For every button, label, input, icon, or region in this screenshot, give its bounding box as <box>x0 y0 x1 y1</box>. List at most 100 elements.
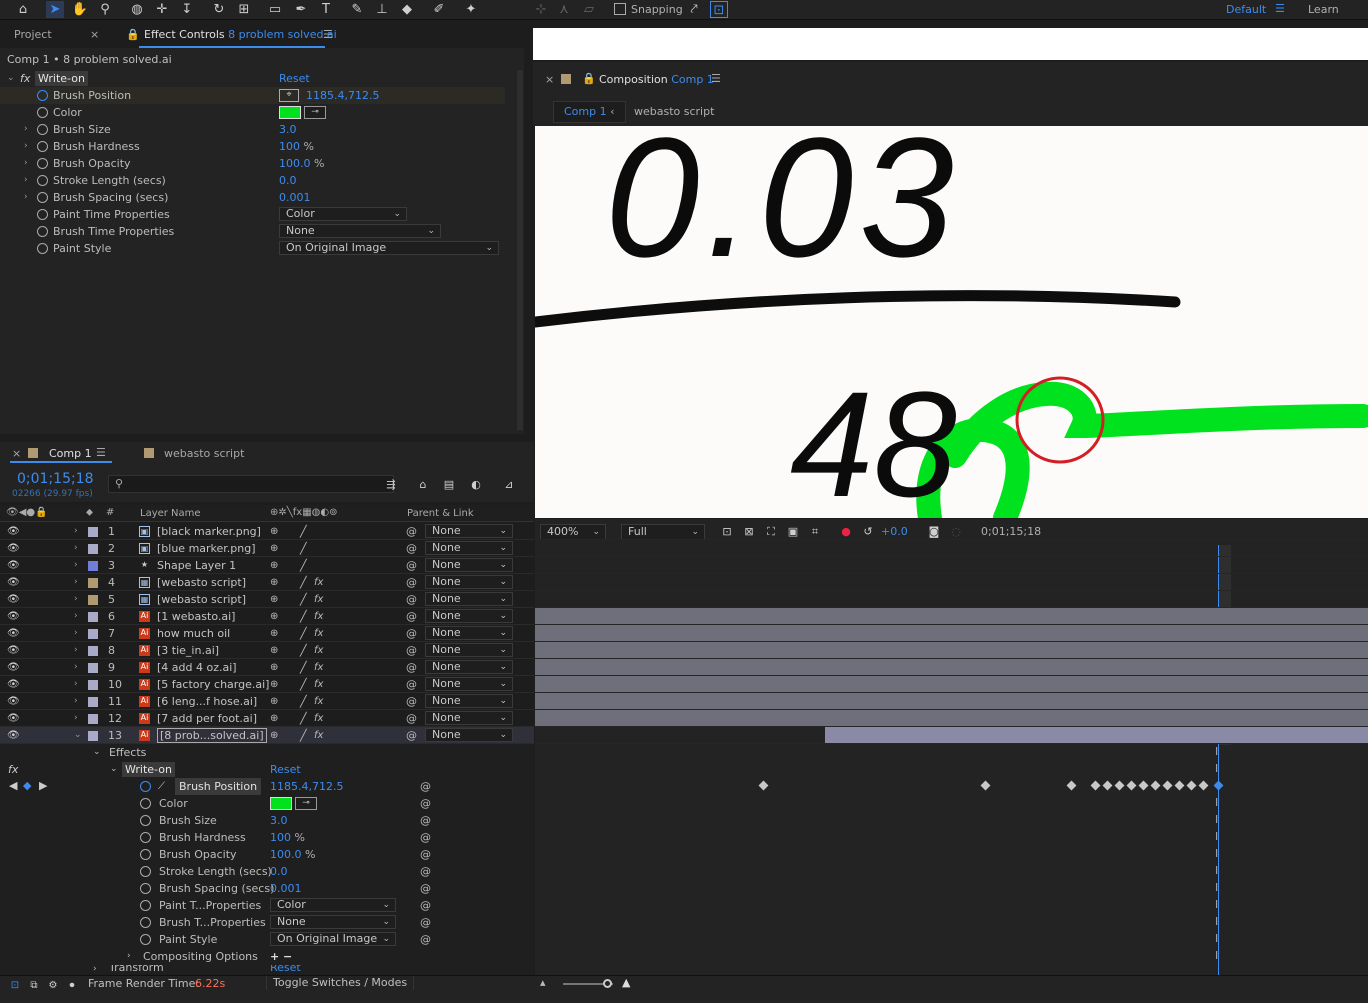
stopwatch-icon[interactable] <box>37 90 48 101</box>
parent-dropdown[interactable]: None ⌄ <box>425 694 513 708</box>
pick-whip-icon[interactable]: @ <box>420 880 431 897</box>
fx-icon[interactable]: fx <box>20 70 30 87</box>
effect-switch-icon[interactable]: fx <box>314 591 323 608</box>
layer-twirl-icon[interactable]: › <box>74 608 78 625</box>
timeline-reset-link[interactable]: Reset <box>270 761 301 778</box>
home-icon[interactable]: ⌂ <box>14 1 32 18</box>
effect-switch-icon[interactable]: fx <box>314 625 323 642</box>
add-keyframe-icon[interactable]: ◆ <box>23 779 31 792</box>
layer-duration-bar[interactable] <box>535 625 1368 641</box>
layer-row[interactable]: 👁 › 2 ▣ [blue marker.png] ⊕ ╱ @ None ⌄ <box>0 540 534 557</box>
shy-switch-icon[interactable]: ⊕ <box>270 659 278 676</box>
layer-row[interactable]: 👁 › 12 Ai [7 add per foot.ai] ⊕ ╱ fx @ None ⌄ <box>0 710 534 727</box>
effect-switch-icon[interactable]: fx <box>314 727 323 744</box>
layer-name-header[interactable]: Layer Name <box>140 508 201 519</box>
layer-twirl-icon[interactable]: › <box>74 591 78 608</box>
pick-whip-icon[interactable]: @ <box>406 693 417 710</box>
shy-switch-icon[interactable]: ⊕ <box>270 727 278 744</box>
layer-search-input[interactable]: ⚲ <box>108 475 394 493</box>
effect-switch-icon[interactable]: fx <box>314 693 323 710</box>
timeline-timecode[interactable]: 0;01;15;18 <box>17 471 94 487</box>
layer-row[interactable]: 👁 › 9 Ai [4 add 4 oz.ai] ⊕ ╱ fx @ None ⌄ <box>0 659 534 676</box>
shy-switch-icon[interactable]: ⊕ <box>270 591 278 608</box>
layer-track[interactable] <box>535 591 1368 608</box>
compositing-twirl-icon[interactable]: › <box>127 948 131 965</box>
parent-dropdown[interactable]: None ⌄ <box>425 626 513 640</box>
layer-track[interactable] <box>535 676 1368 693</box>
layer-name[interactable]: [6 leng...f hose.ai] <box>157 693 257 710</box>
layer-twirl-icon[interactable]: › <box>74 710 78 727</box>
parent-dropdown[interactable]: None ⌄ <box>425 575 513 589</box>
quality-switch-icon[interactable]: ╱ <box>300 574 307 591</box>
zoom-in-icon[interactable]: ▲ <box>622 976 630 989</box>
stopwatch-icon[interactable] <box>140 917 151 928</box>
rotate-tool-icon[interactable]: ↻ <box>210 1 228 18</box>
stopwatch-icon[interactable] <box>37 158 48 169</box>
layer-row[interactable]: 👁 › 10 Ai [5 factory charge.ai] ⊕ ╱ fx @ None ⌄ <box>0 676 534 693</box>
layer-twirl-icon[interactable]: › <box>74 676 78 693</box>
pick-whip-icon[interactable]: @ <box>406 523 417 540</box>
layer-duration-bar[interactable] <box>535 642 1368 658</box>
layer-name[interactable]: [black marker.png] <box>157 523 261 540</box>
effect-switch-icon[interactable]: fx <box>314 642 323 659</box>
parent-link-header[interactable]: Parent & Link <box>407 508 474 519</box>
twirl-icon[interactable]: › <box>24 138 28 155</box>
layer-duration-bar[interactable] <box>535 676 1368 692</box>
stopwatch-icon[interactable] <box>140 934 151 945</box>
layer-twirl-icon[interactable]: › <box>74 523 78 540</box>
effect-prop-value[interactable]: 3.0 <box>270 812 288 829</box>
layer-row[interactable]: 👁 › 1 ▣ [black marker.png] ⊕ ╱ @ None ⌄ <box>0 523 534 540</box>
effect-switch-icon[interactable]: fx <box>314 574 323 591</box>
draft-3d-icon[interactable]: ⌂ <box>414 476 432 493</box>
graph-editor-icon[interactable]: ⊿ <box>500 476 518 493</box>
layer-track[interactable] <box>535 693 1368 710</box>
layer-track[interactable] <box>535 608 1368 625</box>
effect-prop-dropdown[interactable]: On Original Image ⌄ <box>270 932 396 946</box>
layer-label-color[interactable] <box>88 612 98 622</box>
close-tab-icon[interactable]: × <box>12 447 21 460</box>
layer-track[interactable] <box>535 574 1368 591</box>
effect-prop-dropdown[interactable]: Color ⌄ <box>270 898 396 912</box>
effect-name[interactable]: Write-on <box>35 71 88 86</box>
pick-whip-icon[interactable]: @ <box>420 778 431 795</box>
shy-switch-icon[interactable]: ⊕ <box>270 710 278 727</box>
rectangle-tool-icon[interactable]: ▭ <box>266 1 284 18</box>
visibility-eye-icon[interactable]: 👁 <box>7 693 20 710</box>
paint-time-dropdown[interactable]: Color ⌄ <box>279 207 407 221</box>
layer-name[interactable]: [1 webasto.ai] <box>157 608 235 625</box>
visibility-eye-icon[interactable]: 👁 <box>7 574 20 591</box>
next-keyframe-icon[interactable]: ▶ <box>39 779 47 792</box>
shy-switch-icon[interactable]: ⊕ <box>270 574 278 591</box>
quality-switch-icon[interactable]: ╱ <box>300 608 307 625</box>
parent-dropdown[interactable]: None ⌄ <box>425 592 513 606</box>
quality-switch-icon[interactable]: ╱ <box>300 659 307 676</box>
layer-label-color[interactable] <box>88 663 98 673</box>
workspace-default[interactable]: Default <box>1226 3 1266 16</box>
layer-label-color[interactable] <box>88 595 98 605</box>
prop-value[interactable]: 3.0 <box>279 121 297 138</box>
type-tool-icon[interactable]: T <box>317 1 335 18</box>
quality-switch-icon[interactable]: ╱ <box>300 693 307 710</box>
fx-icon[interactable]: fx <box>8 761 18 778</box>
layer-twirl-icon[interactable]: › <box>74 540 78 557</box>
layer-track[interactable] <box>535 523 1368 540</box>
pan-tool-icon[interactable]: ✛ <box>153 1 171 18</box>
quality-switch-icon[interactable]: ╱ <box>300 642 307 659</box>
layer-label-color[interactable] <box>88 697 98 707</box>
pick-whip-icon[interactable]: @ <box>406 676 417 693</box>
layer-label-color[interactable] <box>88 646 98 656</box>
layer-name[interactable]: [3 tie_in.ai] <box>157 642 219 659</box>
parent-dropdown[interactable]: None ⌄ <box>425 660 513 674</box>
layer-row[interactable]: 👁 › 8 Ai [3 tie_in.ai] ⊕ ╱ fx @ None ⌄ <box>0 642 534 659</box>
quality-switch-icon[interactable]: ╱ <box>300 727 307 744</box>
axis-tool-icon[interactable]: ⊹ <box>532 1 550 18</box>
layer-row[interactable]: 👁 ⌄ 13 Ai [8 prob...solved.ai] ⊕ ╱ fx @ None ⌄ <box>0 727 534 744</box>
brush-tool-icon[interactable]: ✎ <box>348 1 366 18</box>
layer-name[interactable]: [7 add per foot.ai] <box>157 710 257 727</box>
parent-dropdown[interactable]: None ⌄ <box>425 728 513 742</box>
layer-twirl-icon[interactable]: › <box>74 693 78 710</box>
effect-twirl-icon[interactable]: ⌄ <box>7 70 15 87</box>
effect-prop-value[interactable]: 100.0 % <box>270 846 315 863</box>
stopwatch-icon[interactable] <box>140 781 151 792</box>
hand-tool-icon[interactable]: ✋ <box>71 1 89 18</box>
